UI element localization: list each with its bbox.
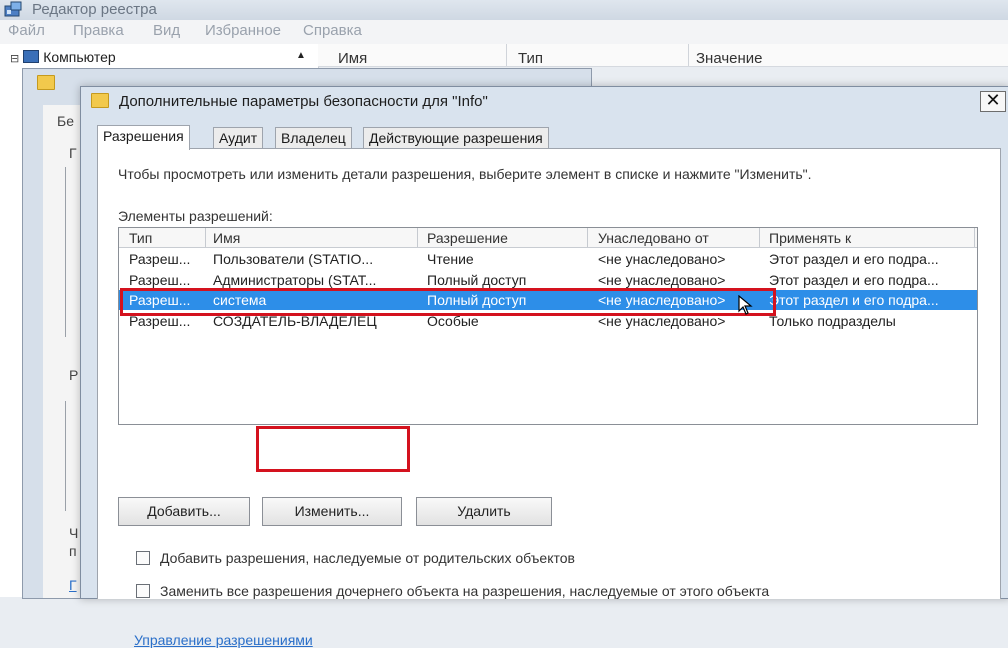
partial-text: п: [69, 543, 77, 559]
partial-text: Бе: [57, 113, 74, 129]
permission-row[interactable]: Разреш... Пользователи (STATIO... Чтение…: [119, 249, 977, 269]
permission-row-selected[interactable]: Разреш... система Полный доступ <не унас…: [119, 290, 977, 310]
menu-item-file[interactable]: Файл: [8, 22, 45, 39]
tab-audit[interactable]: Аудит: [213, 127, 264, 148]
row-type: Разреш...: [129, 272, 191, 288]
column-name[interactable]: Имя: [338, 50, 367, 67]
permission-list-header: Тип Имя Разрешение Унаследовано от Приме…: [119, 228, 977, 248]
partial-text: Ч: [69, 525, 79, 541]
row-name: система: [213, 292, 267, 308]
row-apply-to: Только подразделы: [769, 313, 896, 329]
computer-icon: [23, 50, 40, 63]
window-title: Редактор реестра: [32, 1, 157, 18]
partial-text: Р: [69, 367, 79, 383]
row-inherited-from: <не унаследовано>: [598, 272, 726, 288]
inherit-permissions-checkbox[interactable]: Добавить разрешения, наследуемые от роди…: [136, 550, 575, 566]
partial-link[interactable]: Г: [69, 577, 77, 593]
instructions-text: Чтобы просмотреть или изменить детали ра…: [118, 166, 812, 182]
edit-button[interactable]: Изменить...: [262, 497, 402, 526]
column-divider[interactable]: [506, 44, 507, 66]
row-type: Разреш...: [129, 251, 191, 267]
advanced-security-dialog: Дополнительные параметры безопасности дл…: [80, 86, 1008, 648]
column-divider[interactable]: [205, 228, 206, 247]
row-type: Разреш...: [129, 313, 191, 329]
column-divider[interactable]: [417, 228, 418, 247]
row-apply-to: Этот раздел и его подра...: [769, 292, 939, 308]
column-name[interactable]: Имя: [213, 230, 240, 246]
menu-item-view[interactable]: Вид: [153, 22, 180, 39]
row-permission: Чтение: [427, 251, 474, 267]
partial-text: Г: [69, 145, 77, 161]
tree-item-label: Компьютер: [43, 49, 116, 65]
registry-editor-app-icon: [4, 1, 22, 17]
row-name: Администраторы (STAT...: [213, 272, 377, 288]
menu-item-edit[interactable]: Правка: [73, 22, 124, 39]
row-inherited-from: <не унаследовано>: [598, 313, 726, 329]
column-divider[interactable]: [974, 228, 975, 247]
permission-entries-list[interactable]: Тип Имя Разрешение Унаследовано от Приме…: [118, 227, 978, 425]
row-apply-to: Этот раздел и его подра...: [769, 272, 939, 288]
menu-item-help[interactable]: Справка: [303, 22, 362, 39]
checkbox-label: Добавить разрешения, наследуемые от роди…: [160, 550, 575, 566]
column-divider[interactable]: [688, 44, 689, 66]
permission-entries-label: Элементы разрешений:: [118, 208, 273, 224]
scroll-up-arrow-icon[interactable]: ▲: [296, 50, 306, 61]
permission-row[interactable]: Разреш... Администраторы (STAT... Полный…: [119, 270, 977, 290]
row-permission: Полный доступ: [427, 292, 527, 308]
menu-item-favorites[interactable]: Избранное: [205, 22, 281, 39]
close-button[interactable]: ✕: [980, 91, 1006, 112]
tab-owner[interactable]: Владелец: [275, 127, 352, 148]
permission-row[interactable]: Разреш... СОЗДАТЕЛЬ-ВЛАДЕЛЕЦ Особые <не …: [119, 311, 977, 331]
folder-icon: [91, 93, 109, 108]
column-inherited-from[interactable]: Унаследовано от: [598, 230, 709, 246]
values-list-header: Имя Тип Значение: [318, 44, 1008, 67]
column-type[interactable]: Тип: [518, 50, 543, 67]
row-permission: Полный доступ: [427, 272, 527, 288]
remove-button[interactable]: Удалить: [416, 497, 552, 526]
menu-bar: Файл Правка Вид Избранное Справка: [0, 20, 1008, 44]
column-divider[interactable]: [759, 228, 760, 247]
tree-expand-icon[interactable]: ⊟: [10, 53, 19, 65]
tree-item-computer[interactable]: ⊟ Компьютер: [10, 49, 116, 65]
permissions-tab-panel: Чтобы просмотреть или изменить детали ра…: [97, 148, 1001, 648]
column-apply-to[interactable]: Применять к: [769, 230, 851, 246]
row-type: Разреш...: [129, 292, 191, 308]
column-type[interactable]: Тип: [129, 230, 152, 246]
row-apply-to: Этот раздел и его подра...: [769, 251, 939, 267]
row-inherited-from: <не унаследовано>: [598, 292, 726, 308]
column-divider[interactable]: [587, 228, 588, 247]
row-inherited-from: <не унаследовано>: [598, 251, 726, 267]
checkbox-unchecked[interactable]: [136, 551, 150, 565]
column-permission[interactable]: Разрешение: [427, 230, 508, 246]
row-permission: Особые: [427, 313, 479, 329]
registry-editor-titlebar: Редактор реестра: [0, 0, 1008, 20]
dialog-title: Дополнительные параметры безопасности дл…: [119, 93, 488, 110]
row-name: Пользователи (STATIO...: [213, 251, 374, 267]
add-button[interactable]: Добавить...: [118, 497, 250, 526]
manage-permissions-link[interactable]: Управление разрешениями: [134, 632, 313, 648]
tab-effective-permissions[interactable]: Действующие разрешения: [363, 127, 549, 148]
row-name: СОЗДАТЕЛЬ-ВЛАДЕЛЕЦ: [213, 313, 377, 329]
checkbox-unchecked[interactable]: [136, 584, 150, 598]
tab-permissions[interactable]: Разрешения: [97, 125, 190, 150]
folder-icon: [37, 75, 55, 90]
column-value[interactable]: Значение: [696, 50, 763, 67]
